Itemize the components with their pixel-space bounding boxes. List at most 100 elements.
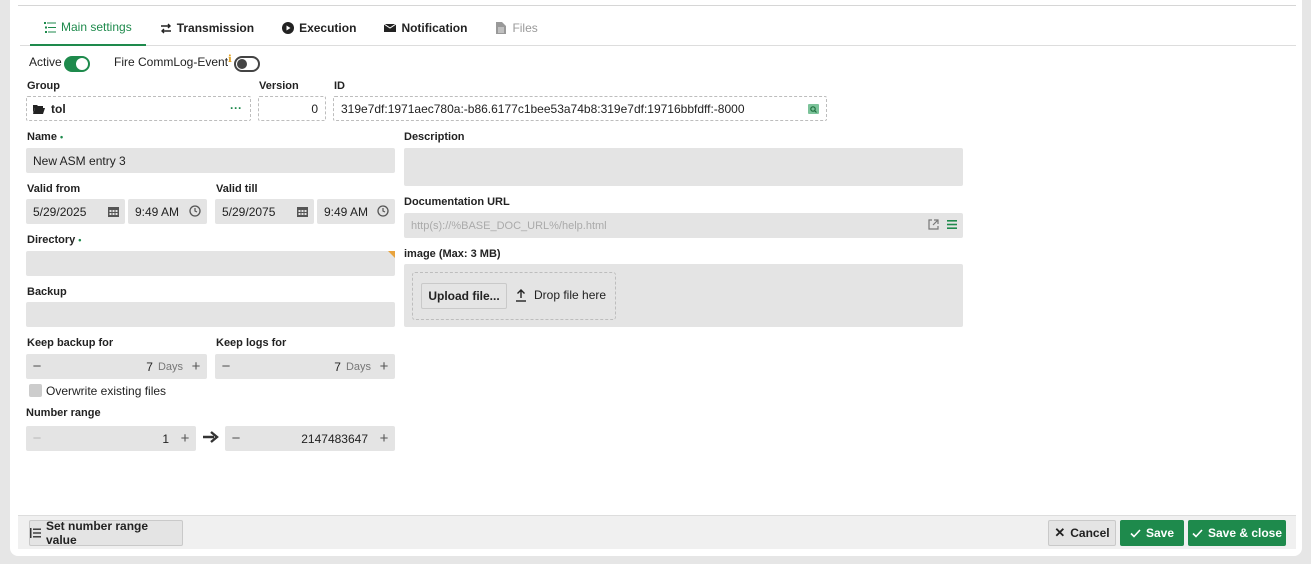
number-range-to-stepper[interactable]: − 2147483647 + [225, 426, 395, 451]
valid-till-time-input[interactable]: 9:49 AM [317, 199, 395, 224]
save-label: Save [1145, 526, 1175, 540]
file-icon [495, 22, 507, 34]
backup-input[interactable] [26, 302, 395, 327]
image-label: image (Max: 3 MB) [404, 248, 501, 260]
id-value: 319e7df:1971aec780a:-b86.6177c1bee53a74b… [341, 101, 745, 116]
valid-from-date-input[interactable]: 5/29/2025 [26, 199, 125, 224]
calendar-icon[interactable] [297, 206, 308, 217]
upload-icon [515, 289, 527, 302]
tab-label: Notification [401, 21, 468, 35]
minus-icon[interactable]: − [26, 358, 48, 375]
overwrite-label: Overwrite existing files [46, 384, 167, 398]
list-icon [44, 21, 56, 33]
id-field[interactable]: 319e7df:1971aec780a:-b86.6177c1bee53a74b… [333, 96, 827, 121]
directory-label: Directory • [27, 234, 82, 246]
top-divider [18, 5, 1296, 6]
arrows-swap-icon [160, 22, 172, 34]
plus-icon[interactable]: + [373, 430, 395, 447]
number-range-to-value: 2147483647 [301, 431, 368, 446]
folder-open-icon [33, 104, 45, 114]
version-value: 0 [311, 101, 318, 116]
menu-icon[interactable] [947, 220, 957, 229]
valid-till-date: 5/29/2075 [222, 204, 276, 219]
number-range-from-stepper[interactable]: − 1 + [26, 426, 196, 451]
plus-icon[interactable]: + [373, 358, 395, 375]
required-marker: • [59, 132, 64, 142]
fire-commlog-label: Fire CommLog-Event [114, 55, 229, 69]
minus-icon[interactable]: − [225, 430, 247, 447]
version-field[interactable]: 0 [258, 96, 326, 121]
fire-commlog-toggle[interactable] [234, 56, 260, 72]
description-textarea[interactable] [404, 148, 963, 186]
envelope-icon [384, 22, 397, 34]
valid-till-label: Valid till [216, 183, 258, 195]
tab-transmission[interactable]: Transmission [146, 10, 268, 46]
arrow-right-icon [203, 431, 219, 443]
active-toggle[interactable] [64, 56, 90, 72]
tab-files[interactable]: Files [481, 10, 551, 46]
clock-icon[interactable] [377, 205, 389, 217]
valid-from-time: 9:49 AM [135, 204, 180, 219]
backup-label: Backup [27, 286, 67, 298]
more-icon[interactable]: ··· [230, 101, 242, 115]
overwrite-checkbox[interactable] [29, 384, 42, 397]
group-field[interactable]: tol ··· [26, 96, 251, 121]
info-icon: ℹ [228, 54, 232, 65]
upload-file-button[interactable]: Upload file... [421, 283, 507, 309]
number-range-label: Number range [26, 407, 101, 419]
drop-file-label: Drop file here [534, 288, 607, 302]
external-link-icon[interactable] [928, 219, 939, 230]
valid-till-date-input[interactable]: 5/29/2075 [215, 199, 314, 224]
cancel-label: Cancel [1070, 526, 1110, 540]
doc-url-input[interactable]: http(s)://%BASE_DOC_URL%/help.html [404, 213, 963, 238]
valid-till-time: 9:49 AM [324, 204, 369, 219]
save-button[interactable]: Save [1120, 520, 1184, 546]
tab-label: Files [512, 21, 538, 35]
set-range-label: Set number range value [46, 519, 149, 547]
keep-backup-unit: Days [157, 360, 183, 373]
tab-execution[interactable]: Execution [268, 10, 370, 46]
version-label: Version [259, 80, 299, 92]
keep-backup-label: Keep backup for [27, 337, 114, 349]
active-label: Active [29, 55, 62, 69]
clock-icon[interactable] [189, 205, 201, 217]
name-label: Name • [27, 131, 64, 143]
tab-label: Transmission [176, 21, 255, 35]
keep-logs-value: 7 [334, 359, 341, 374]
keep-logs-unit: Days [345, 360, 371, 373]
number-list-icon [30, 528, 41, 538]
id-label: ID [334, 80, 345, 92]
save-close-button[interactable]: Save & close [1188, 520, 1286, 546]
cancel-button[interactable]: ✕ Cancel [1048, 520, 1116, 546]
required-marker: • [78, 235, 82, 245]
plus-icon[interactable]: + [185, 358, 207, 375]
keep-backup-stepper[interactable]: − 7 Days + [26, 354, 207, 379]
id-copy-icon[interactable] [808, 104, 819, 114]
save-close-label: Save & close [1207, 526, 1283, 540]
doc-url-placeholder: http(s)://%BASE_DOC_URL%/help.html [411, 219, 607, 232]
valid-from-time-input[interactable]: 9:49 AM [128, 199, 207, 224]
minus-icon[interactable]: − [26, 430, 48, 447]
check-icon [1130, 528, 1141, 538]
tab-main-settings[interactable]: Main settings [30, 10, 146, 46]
group-value: tol [51, 101, 66, 116]
name-value: New ASM entry 3 [33, 153, 126, 168]
keep-backup-value: 7 [146, 359, 153, 374]
valid-from-date: 5/29/2025 [33, 204, 87, 219]
set-number-range-button[interactable]: Set number range value [29, 519, 183, 547]
plus-icon[interactable]: + [174, 430, 196, 447]
name-input[interactable]: New ASM entry 3 [26, 148, 395, 173]
calendar-icon[interactable] [108, 206, 119, 217]
minus-icon[interactable]: − [215, 358, 237, 375]
directory-input[interactable] [26, 251, 395, 276]
upload-zone[interactable]: Upload file... Drop file here [412, 272, 616, 320]
number-range-from-value: 1 [162, 431, 169, 446]
warning-corner-marker [388, 251, 395, 258]
tab-bar: Main settings Transmission Execution Not… [20, 10, 1296, 46]
play-circle-icon [282, 22, 295, 34]
doc-url-label: Documentation URL [404, 196, 510, 208]
tab-notification[interactable]: Notification [370, 10, 481, 46]
keep-logs-label: Keep logs for [216, 337, 287, 349]
check-icon [1192, 528, 1203, 538]
keep-logs-stepper[interactable]: − 7 Days + [215, 354, 395, 379]
